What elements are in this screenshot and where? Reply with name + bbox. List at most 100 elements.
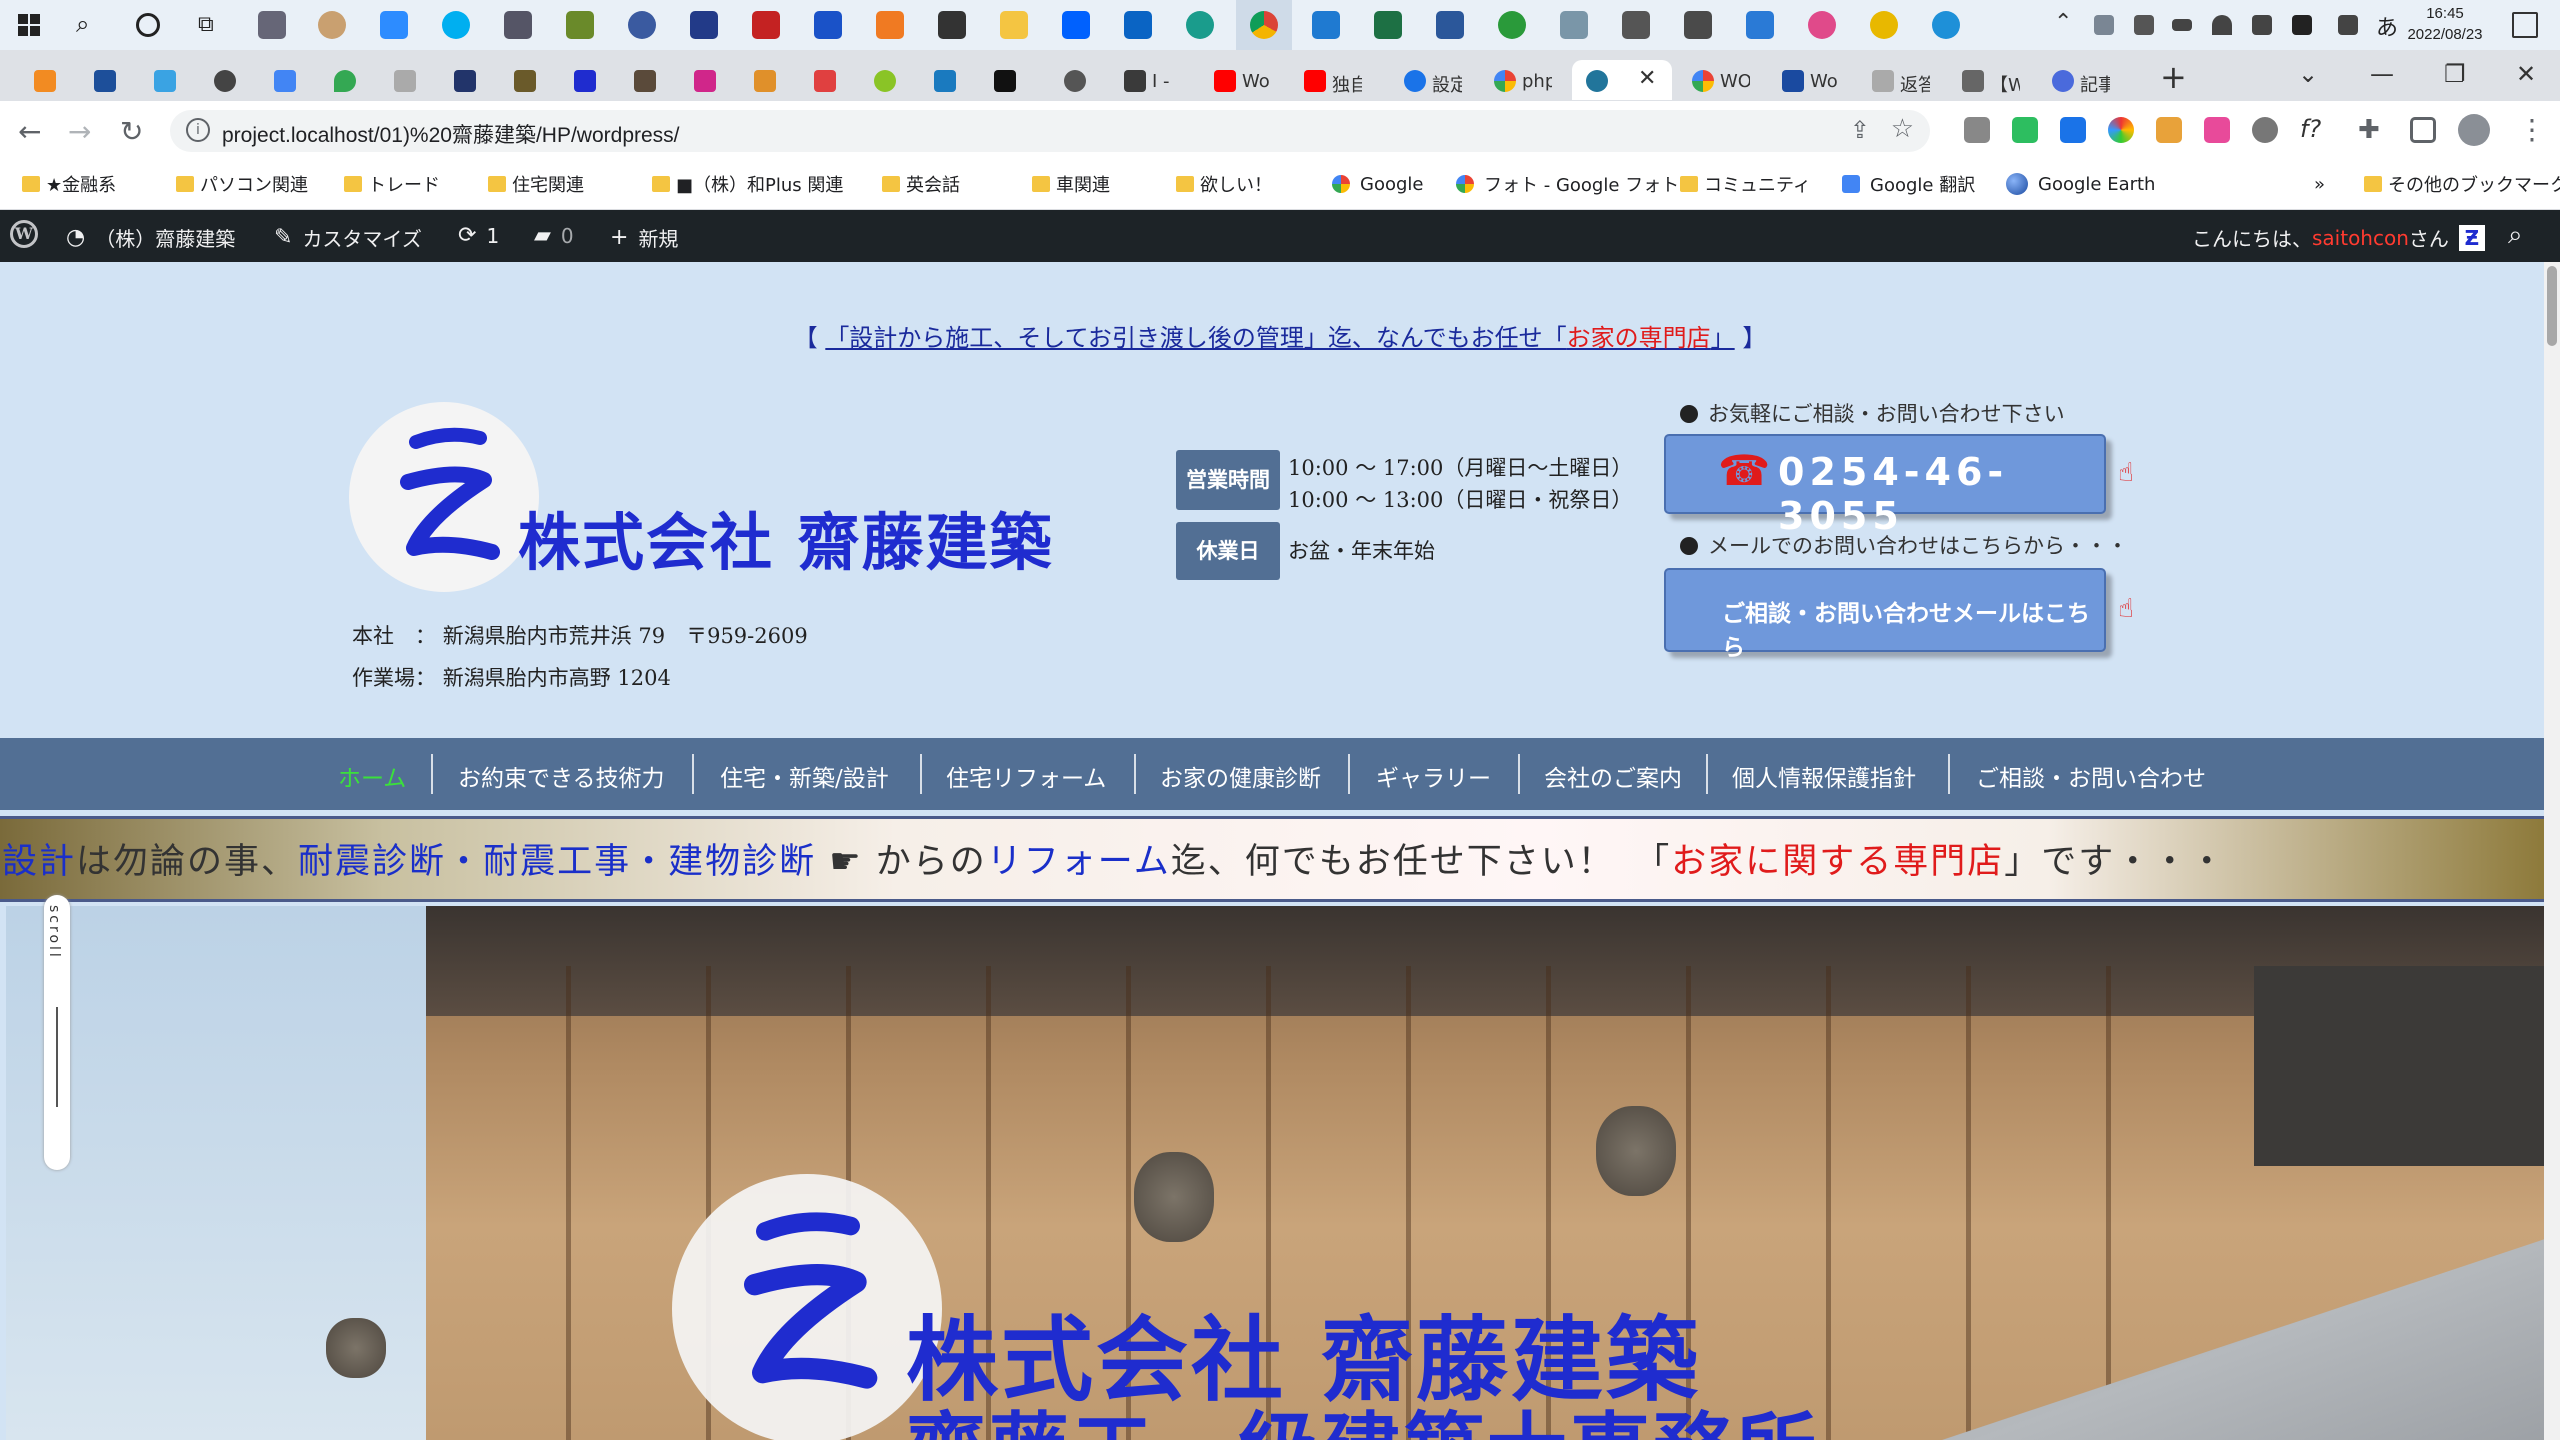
nav-home[interactable]: ホーム <box>338 759 406 793</box>
forward-icon[interactable]: → <box>68 115 91 148</box>
admin-customize-link[interactable]: ✎ カスタマイズ <box>274 223 422 252</box>
sidepanel-icon[interactable] <box>2410 117 2436 143</box>
extension-icon[interactable] <box>1964 117 1990 143</box>
lightning-icon[interactable] <box>814 11 842 39</box>
cloud-icon[interactable] <box>1746 11 1774 39</box>
app-icon[interactable] <box>690 11 718 39</box>
pinned-tab[interactable] <box>920 60 972 100</box>
app-icon[interactable] <box>1498 11 1526 39</box>
ftp-icon[interactable] <box>566 11 594 39</box>
nav-contact[interactable]: ご相談・お問い合わせ <box>1976 759 2206 793</box>
admin-new-link[interactable]: + 新規 <box>610 223 678 252</box>
other-bookmarks[interactable]: その他のブックマーク <box>2364 169 2560 199</box>
search-icon[interactable]: ⌕ <box>76 10 89 38</box>
browser-tab[interactable]: I - <box>1110 60 1190 100</box>
browser-tab[interactable]: WO <box>1678 60 1758 100</box>
app-icon[interactable] <box>1684 11 1712 39</box>
admin-search-icon[interactable]: ⌕ <box>2508 220 2523 251</box>
dropbox-icon[interactable] <box>1062 11 1090 39</box>
browser-tab[interactable]: 返答 <box>1858 60 1938 100</box>
browser-tab-active[interactable]: ✕ <box>1572 60 1672 100</box>
nav-new-house[interactable]: 住宅・新築/設計 <box>720 759 889 793</box>
pinned-tab[interactable] <box>680 60 732 100</box>
cloud-icon[interactable] <box>2134 15 2154 35</box>
browser-tab[interactable]: Wo <box>1768 60 1848 100</box>
admin-account-link[interactable]: こんにちは、 saitohcon さん Ƶ <box>2192 223 2485 252</box>
admin-updates-link[interactable]: ⟳ 1 <box>458 223 499 248</box>
reload-icon[interactable]: ↻ <box>120 115 143 148</box>
minimize-icon[interactable]: — <box>2370 60 2394 88</box>
volume-icon[interactable] <box>2252 15 2272 35</box>
more-menu-icon[interactable]: ⋮ <box>2518 113 2546 146</box>
app-icon[interactable] <box>628 11 656 39</box>
admin-site-link[interactable]: ◔ （株）齋藤建築 <box>66 223 235 252</box>
bookmark-folder[interactable]: トレード <box>344 169 440 199</box>
nav-technology[interactable]: お約束できる技術力 <box>458 759 665 793</box>
nav-health-check[interactable]: お家の健康診断 <box>1160 759 1321 793</box>
bookmark-folder[interactable]: 車関連 <box>1032 169 1110 199</box>
bookmark-link[interactable]: フォト - Google フォト <box>1456 169 1679 199</box>
pinned-tab[interactable] <box>860 60 912 100</box>
battery-icon[interactable] <box>2172 19 2192 31</box>
pinned-tab[interactable] <box>20 60 72 100</box>
phone-button[interactable]: ☎ 0254-46-3055 ☝ <box>1664 434 2134 538</box>
puzzle-icon[interactable]: ✚ <box>2358 115 2380 145</box>
music-icon[interactable] <box>1808 11 1836 39</box>
site-info-icon[interactable]: i <box>186 118 210 142</box>
zoom-icon[interactable] <box>380 11 408 39</box>
color-picker-icon[interactable] <box>2108 117 2134 143</box>
chrome-icon[interactable] <box>1250 11 1278 39</box>
pinned-tab[interactable] <box>440 60 492 100</box>
bookmark-folder[interactable]: ★金融系 <box>22 169 116 199</box>
cortana-icon[interactable] <box>136 13 160 37</box>
windows-start-icon[interactable] <box>18 14 40 36</box>
browser-tab[interactable]: 【Wo <box>1948 60 2028 100</box>
pinned-tab[interactable] <box>500 60 552 100</box>
scroll-indicator[interactable]: scroll <box>44 895 70 1170</box>
new-tab-button[interactable]: + <box>2160 58 2187 96</box>
profile-avatar[interactable] <box>2458 114 2490 146</box>
wifi-icon[interactable] <box>2212 15 2232 35</box>
mail-button[interactable]: ご相談・お問い合わせメールはこちら ☝ <box>1664 568 2134 661</box>
app-icon[interactable] <box>752 11 780 39</box>
skype-icon[interactable] <box>442 11 470 39</box>
pinned-tab[interactable] <box>560 60 612 100</box>
nav-company[interactable]: 会社のご案内 <box>1544 759 1682 793</box>
bookmark-folder[interactable]: 英会話 <box>882 169 960 199</box>
tagline-link[interactable]: 「設計から施工、そしてお引き渡し後の管理」迄、なんでもお任せ「お家の専門店」 <box>825 324 1734 352</box>
nav-gallery[interactable]: ギャラリー <box>1376 759 1491 793</box>
share-icon[interactable]: ⇪ <box>1850 116 1870 144</box>
app-icon[interactable] <box>504 11 532 39</box>
browser-tab[interactable]: 記事 <box>2038 60 2118 100</box>
bookmark-link[interactable]: Google 翻訳 <box>1842 169 1975 199</box>
pinned-tab[interactable] <box>1050 60 1102 100</box>
url-text[interactable]: project.localhost/01)%20齋藤建築/HP/wordpres… <box>222 119 680 149</box>
pinned-tab[interactable] <box>980 60 1032 100</box>
tab-search-icon[interactable]: ⌄ <box>2298 60 2318 88</box>
extension-icon[interactable] <box>2252 117 2278 143</box>
scrollbar-thumb[interactable] <box>2547 266 2557 346</box>
app-icon[interactable] <box>876 11 904 39</box>
bookmark-folder[interactable]: パソコン関連 <box>176 169 308 199</box>
app-icon[interactable] <box>318 11 346 39</box>
pinned-tab[interactable] <box>380 60 432 100</box>
bookmark-folder[interactable]: ■（株）和Plus 関連 <box>652 169 843 199</box>
admin-comments-link[interactable]: ▰ 0 <box>534 223 574 248</box>
pinned-tab[interactable] <box>800 60 852 100</box>
calculator-icon[interactable] <box>1622 11 1650 39</box>
bookmark-link[interactable]: Google Earth <box>2006 169 2155 199</box>
browser-tab[interactable]: Wo <box>1200 60 1280 100</box>
app-icon[interactable] <box>1560 11 1588 39</box>
outlook-icon[interactable] <box>1124 11 1152 39</box>
address-bar[interactable]: i project.localhost/01)%20齋藤建築/HP/wordpr… <box>170 110 1930 152</box>
word-icon[interactable] <box>1436 11 1464 39</box>
pinned-tab[interactable] <box>200 60 252 100</box>
bookmark-folder[interactable]: 欲しい！ <box>1176 169 1272 199</box>
tray-icon[interactable] <box>2094 15 2114 35</box>
pinned-tab[interactable] <box>260 60 312 100</box>
excel-icon[interactable] <box>1374 11 1402 39</box>
nav-privacy[interactable]: 個人情報保護指針 <box>1732 759 1916 793</box>
ime-indicator[interactable]: あ <box>2376 10 2398 42</box>
pinned-tab[interactable] <box>740 60 792 100</box>
restore-icon[interactable]: ❐ <box>2444 60 2466 88</box>
